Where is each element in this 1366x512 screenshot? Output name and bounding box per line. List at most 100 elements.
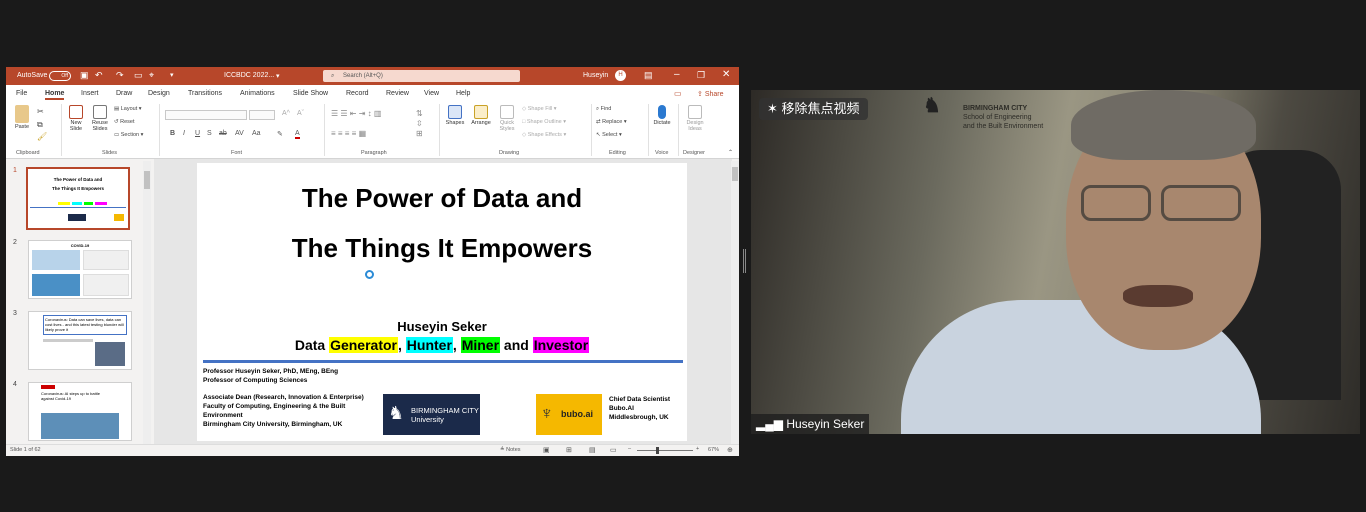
role-generator: Generator xyxy=(329,337,398,353)
font-size-field[interactable] xyxy=(249,110,275,120)
bubo-logo: ♆ bubo.ai xyxy=(536,394,602,435)
tab-help[interactable]: Help xyxy=(456,90,470,97)
align-icon[interactable]: ≡ ≡ ≡ ≡ ▦ xyxy=(331,129,366,138)
signal-strength-icon: ▂▄▆ xyxy=(756,417,783,431)
ribbon: Paste ✂ ⧉ 🖌 Clipboard New Slide Reuse Sl… xyxy=(6,101,739,159)
group-voice: Voice xyxy=(655,150,669,156)
thumbnail-scrollbar[interactable] xyxy=(143,161,151,447)
slideshow-icon[interactable]: ▭ xyxy=(610,446,617,454)
reset-button[interactable]: ↺ Reset xyxy=(114,119,135,125)
minimize-icon[interactable]: – xyxy=(674,69,680,80)
slide-thumbnail-4[interactable]: Coronavirus: AI steps up to battle again… xyxy=(28,382,132,441)
ribbon-display-icon[interactable]: ▤ xyxy=(644,70,653,81)
replace-button[interactable]: ⇄ Replace ▾ xyxy=(596,119,627,125)
copy-icon[interactable]: ⧉ xyxy=(37,120,43,130)
tab-insert[interactable]: Insert xyxy=(81,90,99,97)
zoom-out-icon[interactable]: – xyxy=(628,446,631,452)
customize-qat-icon[interactable]: ▾ xyxy=(170,71,174,79)
comment-icon[interactable]: ▭ xyxy=(674,89,682,98)
shapes-button[interactable]: Shapes xyxy=(444,105,466,126)
speaker-hair xyxy=(1071,90,1256,160)
tab-slide-show[interactable]: Slide Show xyxy=(293,90,328,97)
zoom-level[interactable]: 67% xyxy=(708,447,719,453)
share-button[interactable]: ⇪ Share xyxy=(697,90,724,98)
speaker-mouth xyxy=(1123,285,1193,307)
slide-thumbnail-3[interactable]: Coronavirus: Data can save lives, data c… xyxy=(28,311,132,370)
underline-icon[interactable]: U xyxy=(195,130,200,137)
notes-button[interactable]: ≜ Notes xyxy=(500,447,521,453)
user-avatar[interactable]: H xyxy=(615,70,626,81)
tab-view[interactable]: View xyxy=(424,90,439,97)
search-box[interactable]: ⌕ Search (Alt+Q) xyxy=(323,70,520,82)
tab-record[interactable]: Record xyxy=(346,90,369,97)
bold-icon[interactable]: B xyxy=(170,130,175,137)
slide-sorter-icon[interactable]: ⊞ xyxy=(566,446,572,454)
undo-icon[interactable]: ↶ xyxy=(95,70,103,81)
char-spacing-icon[interactable]: AV xyxy=(235,130,244,137)
current-slide[interactable]: The Power of Data and The Things It Empo… xyxy=(197,163,687,441)
text-direction-icon[interactable]: ⇅ xyxy=(416,109,423,118)
divider-rule xyxy=(203,360,683,363)
document-name[interactable]: ICCBDC 2022... xyxy=(224,72,274,79)
select-button[interactable]: ↖ Select ▾ xyxy=(596,132,622,138)
highlight-icon[interactable]: ✎ xyxy=(277,130,283,138)
autosave-toggle[interactable]: Off xyxy=(49,71,71,81)
align-text-icon[interactable]: ⇳ xyxy=(416,119,423,128)
tab-animations[interactable]: Animations xyxy=(240,90,275,97)
italic-icon[interactable]: I xyxy=(183,130,185,137)
splitter-handle[interactable] xyxy=(743,249,746,273)
search-icon: ⌕ xyxy=(331,73,335,79)
shape-effects-button[interactable]: ◇ Shape Effects ▾ xyxy=(522,132,566,138)
shrink-font-icon[interactable]: Aˇ xyxy=(297,110,304,117)
find-button[interactable]: ⌕ Find xyxy=(596,106,611,113)
shape-outline-button[interactable]: □ Shape Outline ▾ xyxy=(522,119,566,125)
tab-review[interactable]: Review xyxy=(386,90,409,97)
redo-icon[interactable]: ↷ xyxy=(116,70,124,81)
user-name[interactable]: Huseyin xyxy=(583,72,608,79)
normal-view-icon[interactable]: ▣ xyxy=(543,446,550,454)
tab-file[interactable]: File xyxy=(16,90,27,97)
bullets-icon[interactable]: ☰ ☰ ⇤ ⇥ ↕ ▥ xyxy=(331,109,381,118)
dictate-button[interactable]: Dictate xyxy=(651,105,673,126)
slide-thumbnail-1[interactable]: The Power of Data and The Things It Empo… xyxy=(26,167,130,230)
quick-styles-button[interactable]: Quick Styles xyxy=(496,105,518,132)
touch-mode-icon[interactable]: ⌖ xyxy=(149,70,154,81)
fit-to-window-icon[interactable]: ⊕ xyxy=(727,446,733,454)
font-color-icon[interactable]: A xyxy=(295,130,300,139)
font-name-field[interactable] xyxy=(165,110,247,120)
change-case-icon[interactable]: Aa xyxy=(252,130,261,137)
tab-transitions[interactable]: Transitions xyxy=(188,90,222,97)
close-icon[interactable]: ✕ xyxy=(722,69,730,80)
unpin-video-button[interactable]: ✶ 移除焦点视频 xyxy=(759,98,868,120)
slide-scrollbar[interactable] xyxy=(731,161,739,447)
reading-view-icon[interactable]: ▤ xyxy=(589,446,596,454)
present-icon[interactable]: ▭ xyxy=(134,70,143,81)
design-ideas-button[interactable]: Design Ideas xyxy=(682,105,708,132)
restore-icon[interactable]: ❐ xyxy=(697,70,705,81)
tab-draw[interactable]: Draw xyxy=(116,90,132,97)
format-painter-icon[interactable]: 🖌 xyxy=(37,132,47,141)
new-slide-icon xyxy=(69,105,83,119)
speaker-video[interactable]: ♞ BIRMINGHAM CITY School of Engineering … xyxy=(751,90,1360,434)
paste-button[interactable]: Paste xyxy=(11,105,33,130)
zoom-slider[interactable] xyxy=(637,447,693,454)
zoom-in-icon[interactable]: + xyxy=(696,446,699,452)
doc-dropdown-icon[interactable]: ▾ xyxy=(276,72,280,80)
shadow-icon[interactable]: S xyxy=(207,130,212,137)
tab-design[interactable]: Design xyxy=(148,90,170,97)
reuse-slides-button[interactable]: Reuse Slides xyxy=(90,105,110,132)
collapse-ribbon-icon[interactable]: ⌃ xyxy=(728,149,733,156)
smartart-icon[interactable]: ⊞ xyxy=(416,129,423,138)
layout-button[interactable]: ▤ Layout ▾ xyxy=(114,106,142,112)
shape-fill-button[interactable]: ◇ Shape Fill ▾ xyxy=(522,106,557,112)
section-button[interactable]: ▭ Section ▾ xyxy=(114,132,143,138)
new-slide-button[interactable]: New Slide xyxy=(66,105,86,132)
tab-home[interactable]: Home xyxy=(45,90,65,100)
grow-font-icon[interactable]: A^ xyxy=(282,110,290,117)
group-drawing: Drawing xyxy=(499,150,520,156)
strikethrough-icon[interactable]: ab xyxy=(219,130,227,137)
arrange-button[interactable]: Arrange xyxy=(468,105,494,126)
save-icon[interactable]: ▣ xyxy=(80,70,89,81)
slide-thumbnail-2[interactable]: COVID-19 xyxy=(28,240,132,299)
cut-icon[interactable]: ✂ xyxy=(37,107,44,116)
